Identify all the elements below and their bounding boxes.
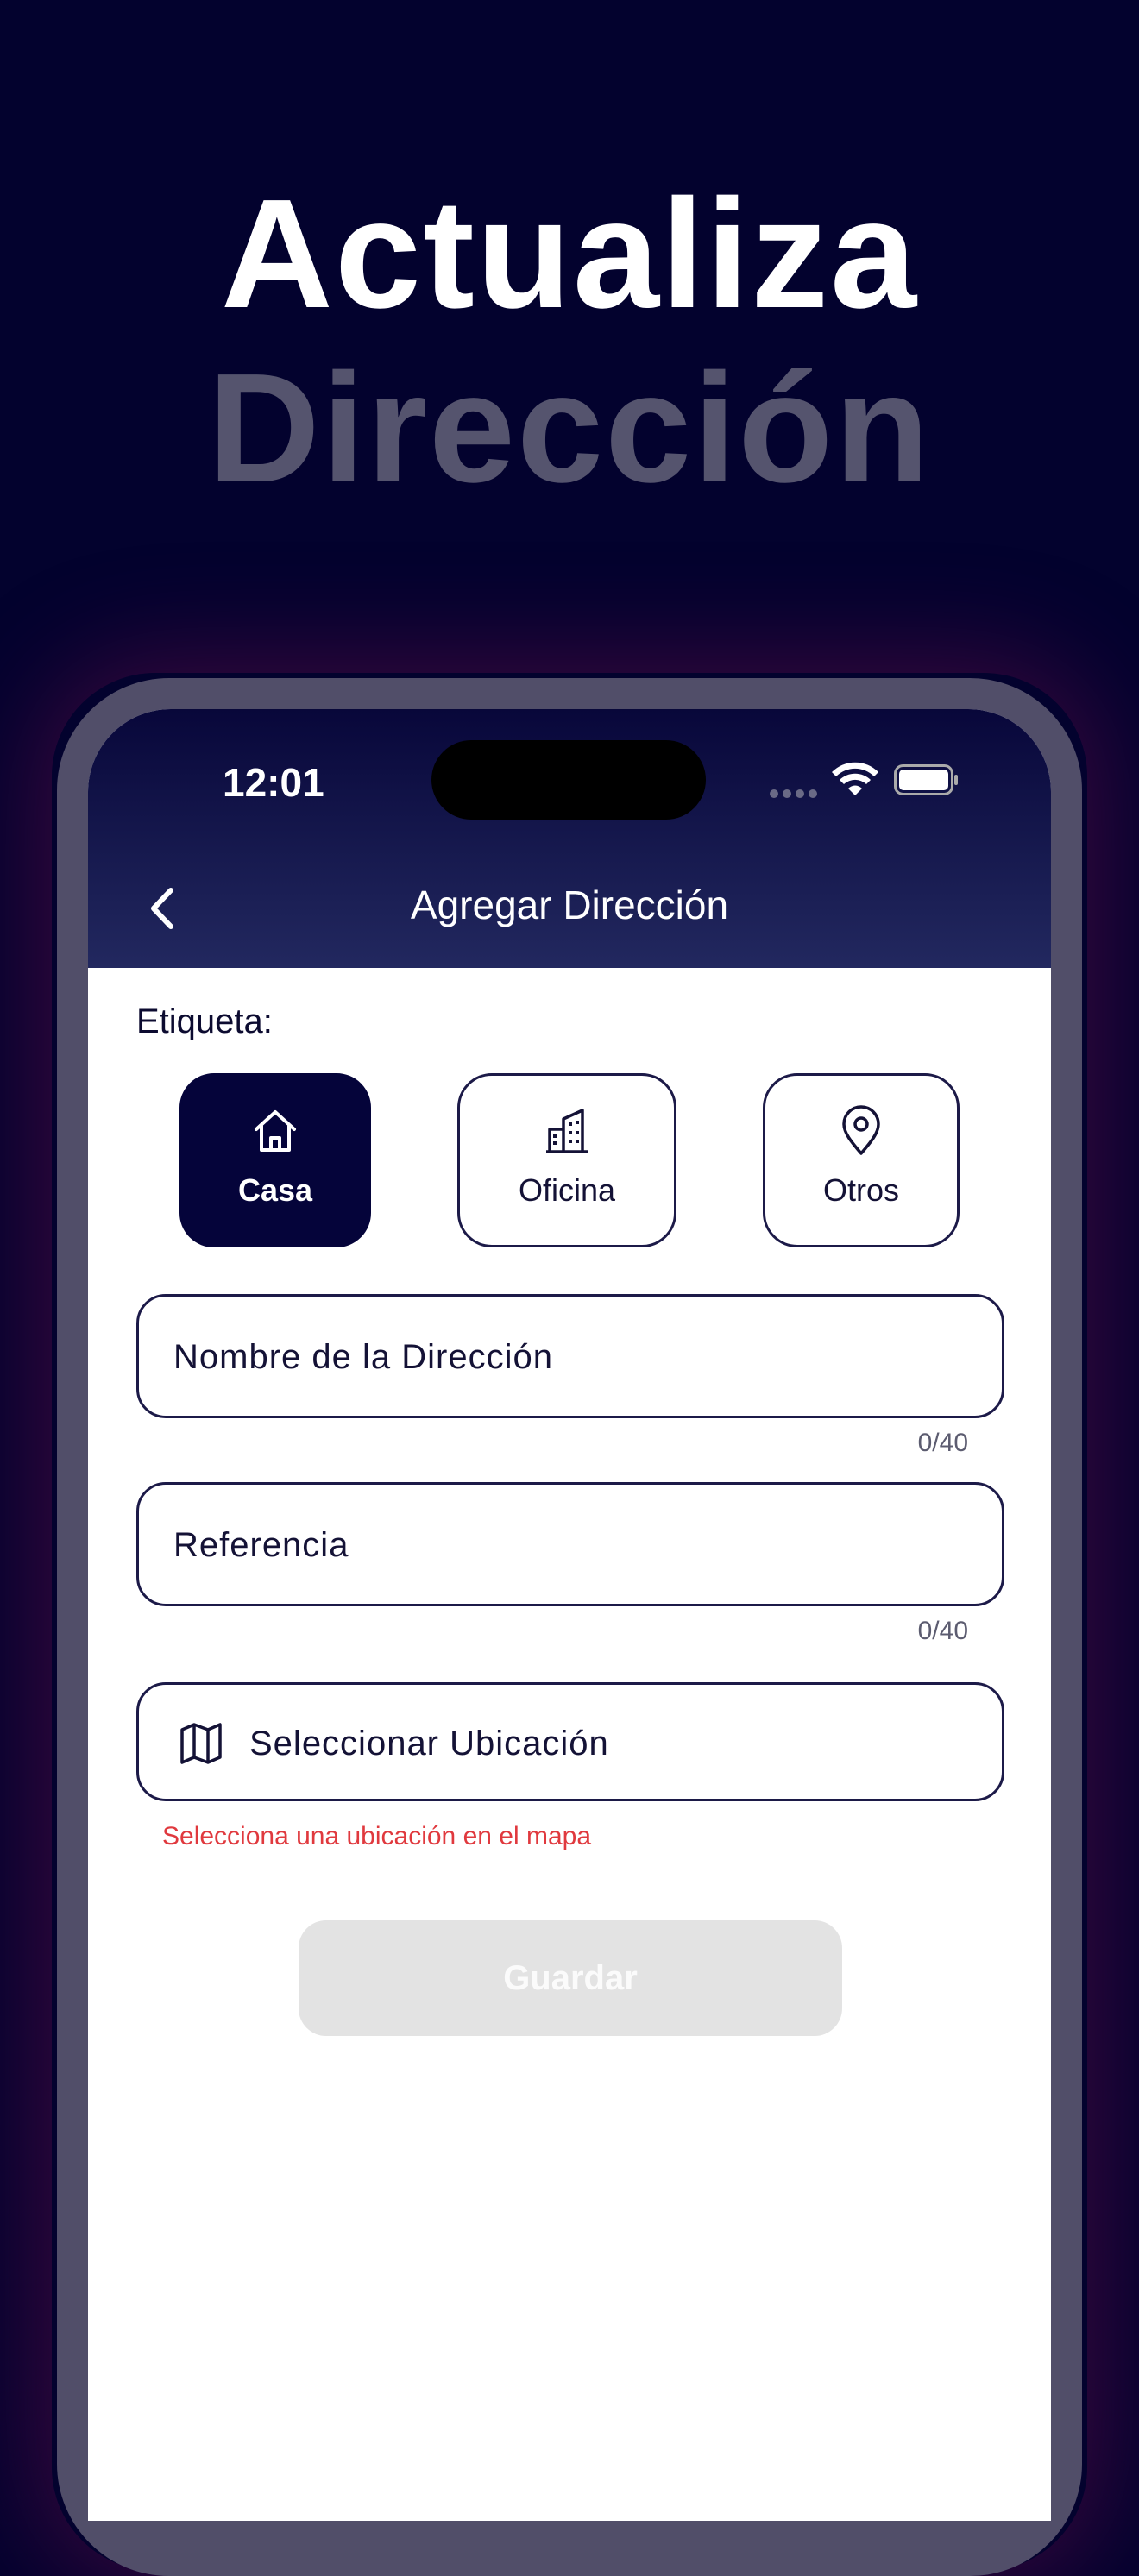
tag-oficina-label: Oficina — [518, 1172, 616, 1208]
address-name-field[interactable]: Nombre de la Dirección — [136, 1294, 1004, 1418]
address-name-counter: 0/40 — [917, 1429, 968, 1457]
location-error-message: Selecciona una ubicación en el mapa — [162, 1822, 592, 1850]
location-pin-icon — [842, 1105, 880, 1155]
app-screen: 12:01 Agregar Dirección Etiqueta: Casa O… — [88, 709, 1051, 2521]
tag-oficina-button[interactable]: Oficina — [457, 1073, 676, 1247]
home-icon — [255, 1110, 296, 1152]
tag-otros-button[interactable]: Otros — [763, 1073, 960, 1247]
reference-counter: 0/40 — [917, 1617, 968, 1645]
address-name-placeholder: Nombre de la Dirección — [173, 1338, 553, 1376]
save-button[interactable]: Guardar — [299, 1920, 842, 2036]
reference-placeholder: Referencia — [173, 1526, 349, 1564]
battery-icon — [894, 764, 958, 795]
select-location-button[interactable]: Seleccionar Ubicación — [136, 1682, 1004, 1801]
wifi-icon — [832, 762, 878, 795]
promo-title: Actualiza — [220, 167, 919, 341]
dynamic-island — [431, 740, 706, 820]
building-icon — [546, 1109, 588, 1153]
select-location-label: Seleccionar Ubicación — [249, 1725, 609, 1762]
tag-casa-label: Casa — [237, 1172, 313, 1208]
tag-otros-label: Otros — [822, 1172, 899, 1208]
status-time: 12:01 — [223, 760, 324, 805]
save-button-label: Guardar — [503, 1959, 638, 1997]
app-header: 12:01 Agregar Dirección — [88, 709, 1051, 968]
page-title: Agregar Dirección — [410, 883, 729, 927]
reference-field[interactable]: Referencia — [136, 1482, 1004, 1606]
tag-label: Etiqueta: — [136, 1002, 273, 1040]
promo-subtitle: Dirección — [207, 342, 932, 515]
map-icon — [180, 1723, 222, 1764]
tag-casa-button[interactable]: Casa — [179, 1073, 371, 1247]
cellular-signal-icon — [770, 787, 821, 798]
